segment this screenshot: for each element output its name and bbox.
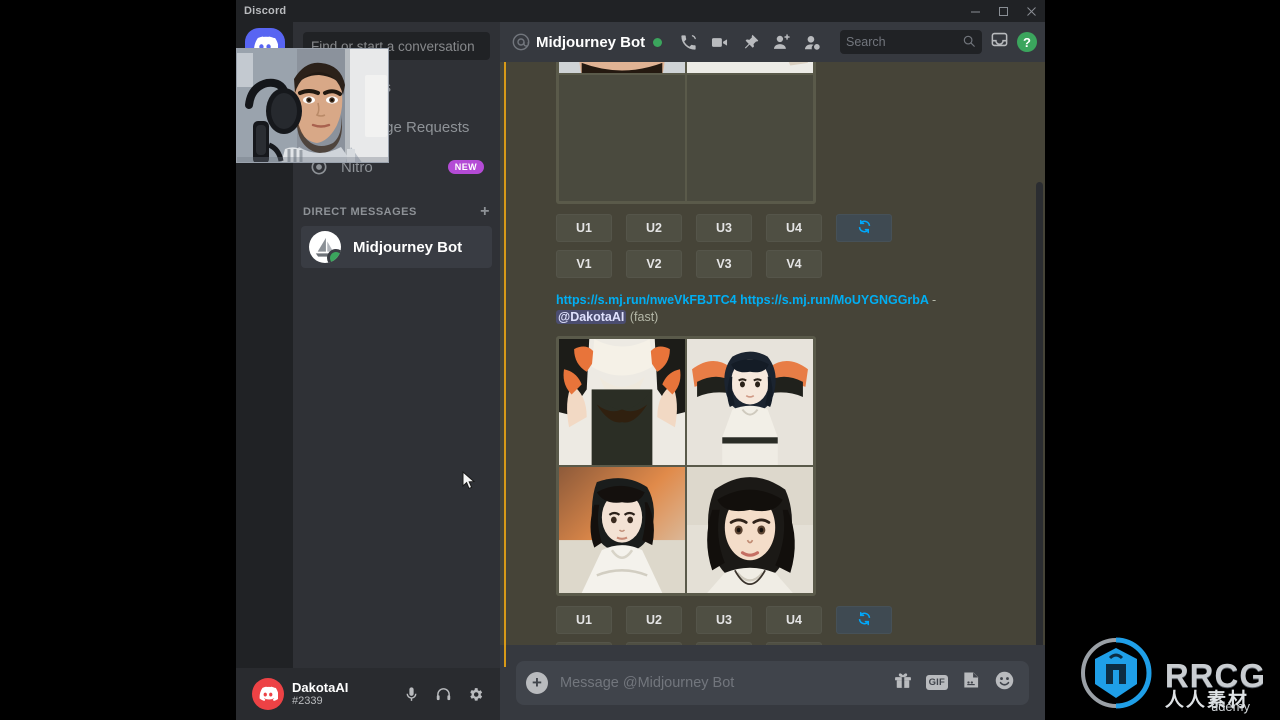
upscale-button-u1[interactable]: U1 <box>556 605 612 634</box>
message-input[interactable]: + Message @Midjourney Bot GIF <box>516 660 1029 705</box>
mic-icon[interactable] <box>400 683 422 705</box>
window-controls <box>961 0 1045 22</box>
upscale-button-row-2: U1 U2 U3 U4 <box>556 605 1029 634</box>
user-profile-icon[interactable] <box>800 30 824 54</box>
upscale-button-u1[interactable]: U1 <box>556 214 612 242</box>
midjourney-image-grid[interactable] <box>556 62 816 204</box>
upscale-button-row: U1 U2 U3 U4 <box>556 214 1029 242</box>
call-icon[interactable] <box>676 30 700 54</box>
rrcg-watermark: RRCG 人人素材 ûdemy <box>1077 634 1266 714</box>
sticker-icon[interactable] <box>961 670 981 695</box>
screen-root: Discord Find or start a conversation Mes… <box>0 0 1280 720</box>
search-input[interactable]: Search <box>840 30 982 54</box>
message-scrollbar[interactable] <box>1036 182 1043 662</box>
help-icon[interactable]: ? <box>1017 32 1037 52</box>
user-controls <box>400 683 492 705</box>
headphones-icon[interactable] <box>432 683 454 705</box>
prompt-link-2[interactable]: https://s.mj.run/MoUYGNGGrbA <box>740 293 928 307</box>
channel-header: Midjourney Bot Search ? <box>500 22 1045 62</box>
search-placeholder: Search <box>846 35 886 49</box>
direct-messages-header: DIRECT MESSAGES + <box>293 188 500 226</box>
grid-cell-3[interactable] <box>559 466 685 593</box>
message-link-line: https://s.mj.run/nweVkFBJTC4 https://s.m… <box>556 292 976 326</box>
avatar[interactable] <box>252 678 284 710</box>
window-titlebar[interactable]: Discord <box>236 0 1045 22</box>
reroll-button-2[interactable] <box>836 605 892 634</box>
grid-cell-1[interactable] <box>559 338 685 465</box>
message-image-block-2 <box>556 335 816 596</box>
grid-cell-1[interactable] <box>559 62 685 73</box>
watermark-source: ûdemy <box>1210 699 1250 714</box>
reroll-icon <box>857 219 872 237</box>
variation-button-v3[interactable]: V3 <box>696 250 752 278</box>
upscale-button-u3[interactable]: U3 <box>696 214 752 242</box>
user-discriminator: #2339 <box>292 695 323 708</box>
gif-icon[interactable]: GIF <box>925 675 948 690</box>
variation-button-v4[interactable]: V4 <box>766 250 822 278</box>
username: DakotaAI <box>292 679 349 695</box>
message-composer: + Message @Midjourney Bot GIF <box>500 645 1045 720</box>
window-title: Discord <box>244 5 287 17</box>
help-label: ? <box>1023 34 1031 50</box>
dm-item-label: Midjourney Bot <box>353 238 463 256</box>
page-title: Midjourney Bot <box>536 33 646 51</box>
message-list[interactable]: U1 U2 U3 U4 V1 V2 V3 V4 https://s.mj.run… <box>500 62 1045 667</box>
dm-item-midjourney-bot[interactable]: Midjourney Bot <box>301 226 492 268</box>
emoji-icon[interactable] <box>994 670 1015 696</box>
at-icon <box>508 32 534 52</box>
discord-logo-icon <box>259 686 278 701</box>
midjourney-image-grid-2[interactable] <box>556 335 816 596</box>
gift-icon[interactable] <box>893 670 913 695</box>
message-image-block <box>556 62 816 204</box>
status-badge <box>653 37 663 47</box>
grid-cell-3[interactable] <box>559 75 685 201</box>
minimize-icon[interactable] <box>961 0 989 22</box>
message-scroll: U1 U2 U3 U4 V1 V2 V3 V4 https://s.mj.run… <box>500 62 1045 667</box>
mouse-cursor <box>462 470 476 491</box>
variation-button-v1[interactable]: V1 <box>556 250 612 278</box>
reroll-button[interactable] <box>836 214 892 242</box>
grid-cell-2[interactable] <box>687 62 813 73</box>
inbox-icon[interactable] <box>990 30 1009 54</box>
recording-accent-line <box>504 62 506 667</box>
prompt-link-1[interactable]: https://s.mj.run/nweVkFBJTC4 <box>556 293 737 307</box>
channel-actions <box>676 30 824 54</box>
search-icon <box>962 34 976 51</box>
new-dm-button[interactable]: + <box>480 204 490 220</box>
grid-cell-2[interactable] <box>687 338 813 465</box>
gear-icon[interactable] <box>464 683 486 705</box>
grid-cell-4[interactable] <box>687 466 813 593</box>
variation-button-row: V1 V2 V3 V4 <box>556 250 1029 278</box>
upscale-button-u4[interactable]: U4 <box>766 214 822 242</box>
variation-button-v2[interactable]: V2 <box>626 250 682 278</box>
upscale-button-u3[interactable]: U3 <box>696 605 752 634</box>
upscale-button-u2[interactable]: U2 <box>626 214 682 242</box>
status-badge <box>327 249 341 263</box>
add-friend-icon[interactable] <box>769 30 793 54</box>
maximize-icon[interactable] <box>989 0 1017 22</box>
direct-messages-title: DIRECT MESSAGES <box>303 206 417 218</box>
user-panel: DakotaAI #2339 <box>236 668 500 720</box>
upscale-button-u4[interactable]: U4 <box>766 605 822 634</box>
nitro-new-badge: NEW <box>447 160 484 174</box>
video-icon[interactable] <box>707 30 731 54</box>
watermark-brand: RRCG <box>1164 656 1266 694</box>
message-input-placeholder: Message @Midjourney Bot <box>560 674 735 691</box>
channel-header-right: ? <box>990 30 1037 54</box>
speed-label: (fast) <box>629 309 659 324</box>
grid-cell-4[interactable] <box>687 75 813 201</box>
composer-actions: GIF <box>893 670 1015 696</box>
reroll-icon <box>857 611 872 629</box>
close-icon[interactable] <box>1017 0 1045 22</box>
chat-column: Midjourney Bot Search ? U1 U2 U3 U4 V1 V… <box>500 22 1045 720</box>
webcam-video-feed[interactable] <box>236 48 389 163</box>
add-attachment-button[interactable]: + <box>526 671 548 694</box>
avatar <box>309 231 341 263</box>
rrcg-logo-icon <box>1080 637 1152 709</box>
upscale-button-u2[interactable]: U2 <box>626 605 682 634</box>
mention-dakotaai[interactable]: @DakotaAI <box>556 309 627 324</box>
user-identity: DakotaAI #2339 <box>292 679 349 708</box>
link-separator: - <box>931 293 937 307</box>
pin-icon[interactable] <box>738 30 762 54</box>
